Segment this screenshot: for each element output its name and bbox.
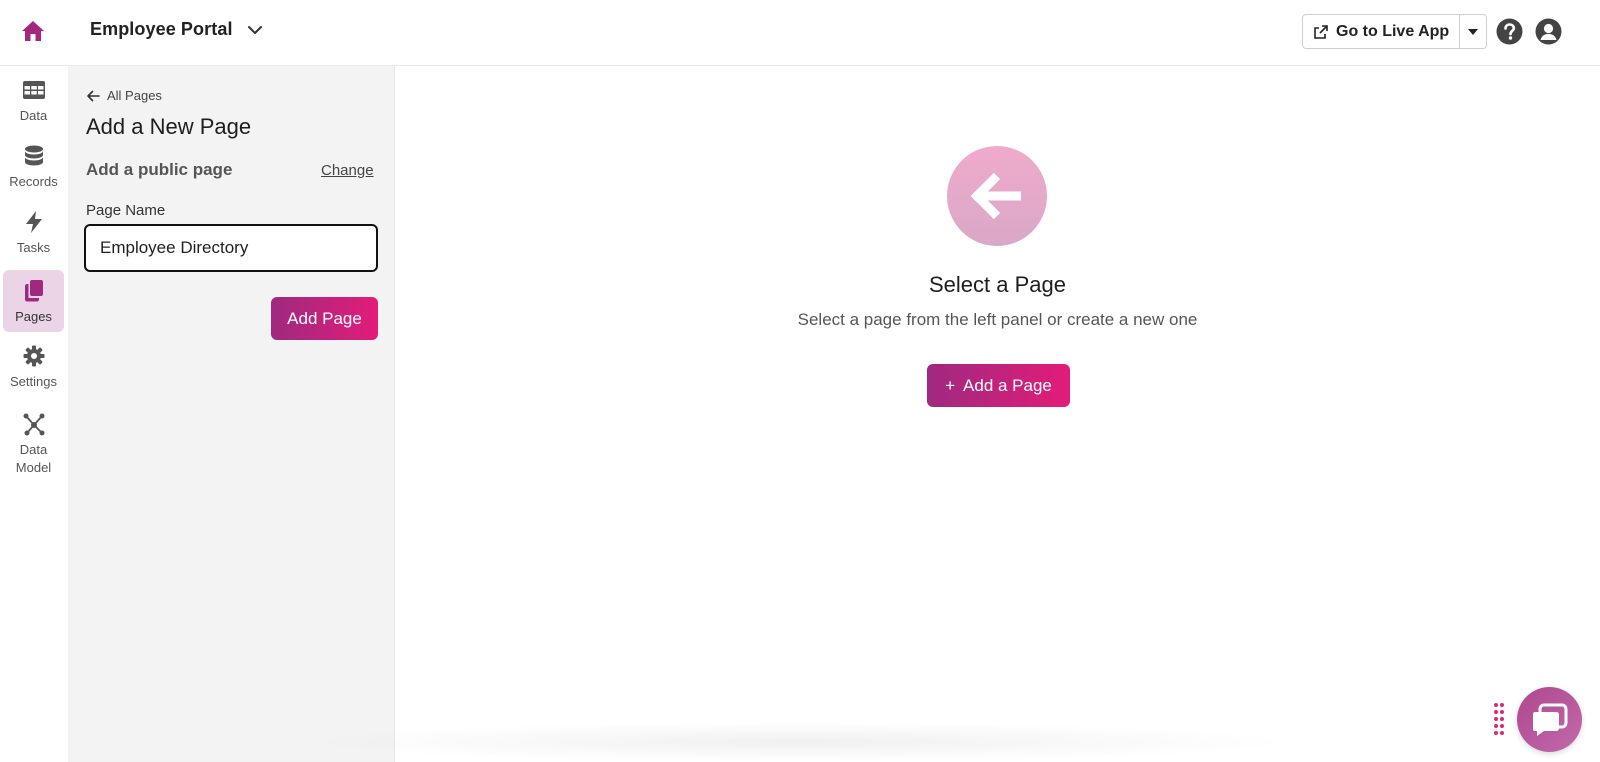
- nav-label-settings: Settings: [10, 374, 57, 389]
- add-page-panel: All Pages Add a New Page Add a public pa…: [68, 66, 395, 762]
- chevron-down-icon: [247, 25, 262, 34]
- arrow-left-icon: [87, 90, 100, 101]
- nav-item-pages[interactable]: Pages: [3, 270, 64, 332]
- external-link-icon: [1314, 24, 1328, 39]
- database-icon: [24, 145, 43, 166]
- lightning-icon: [25, 211, 42, 233]
- chat-bubble-icon: [1532, 703, 1567, 736]
- network-icon: [23, 413, 44, 436]
- all-pages-back-link[interactable]: All Pages: [86, 88, 162, 103]
- nav-label-data: Data: [19, 108, 48, 123]
- change-page-type-link[interactable]: Change: [321, 162, 374, 179]
- home-icon[interactable]: [20, 18, 46, 44]
- pages-icon: [24, 280, 43, 302]
- add-page-button[interactable]: Add Page: [271, 297, 378, 340]
- live-app-button-group: Go to Live App: [1302, 14, 1488, 49]
- left-navigation: Data Records Tasks Pages Settings Data M…: [0, 66, 68, 762]
- table-icon: [22, 81, 45, 99]
- panel-title: Add a New Page: [86, 114, 252, 139]
- go-to-live-app-button[interactable]: Go to Live App: [1303, 15, 1461, 48]
- go-to-live-app-label: Go to Live App: [1336, 22, 1450, 40]
- live-app-dropdown-button[interactable]: [1460, 15, 1486, 48]
- page-name-input[interactable]: [84, 224, 378, 272]
- empty-state-title: Select a Page: [929, 272, 1066, 297]
- page-name-label: Page Name: [86, 202, 166, 219]
- top-bar: Employee Portal Go to Live App: [0, 0, 1600, 66]
- page-type-label: Add a public page: [86, 160, 233, 179]
- gear-icon: [23, 345, 44, 367]
- nav-label-tasks: Tasks: [16, 240, 51, 255]
- app-title: Employee Portal: [90, 19, 233, 39]
- nav-item-settings[interactable]: Settings: [3, 342, 64, 398]
- plus-icon: +: [945, 375, 956, 395]
- add-a-page-label: Add a Page: [963, 375, 1052, 395]
- chat-widget-button[interactable]: [1517, 687, 1582, 752]
- help-icon[interactable]: [1496, 18, 1523, 45]
- nav-item-data[interactable]: Data: [3, 76, 64, 132]
- caret-down-icon: [1468, 28, 1479, 35]
- nav-item-data-model[interactable]: Data Model: [3, 410, 64, 480]
- drag-handle-icon[interactable]: [1493, 702, 1505, 738]
- nav-item-tasks[interactable]: Tasks: [3, 208, 64, 264]
- add-a-page-button[interactable]: + Add a Page: [927, 364, 1070, 407]
- empty-state-subtitle: Select a page from the left panel or cre…: [797, 310, 1198, 329]
- main-content: Select a Page Select a page from the lef…: [395, 66, 1600, 762]
- nav-label-pages: Pages: [15, 309, 52, 324]
- nav-label-data-model: Data Model: [15, 442, 52, 475]
- select-page-illustration: [947, 146, 1047, 246]
- arrow-left-icon: [970, 172, 1021, 220]
- user-account-icon[interactable]: [1535, 18, 1562, 45]
- nav-label-records: Records: [9, 174, 58, 189]
- back-link-label: All Pages: [107, 88, 162, 103]
- nav-item-records[interactable]: Records: [3, 142, 64, 198]
- app-switcher[interactable]: Employee Portal: [90, 19, 263, 40]
